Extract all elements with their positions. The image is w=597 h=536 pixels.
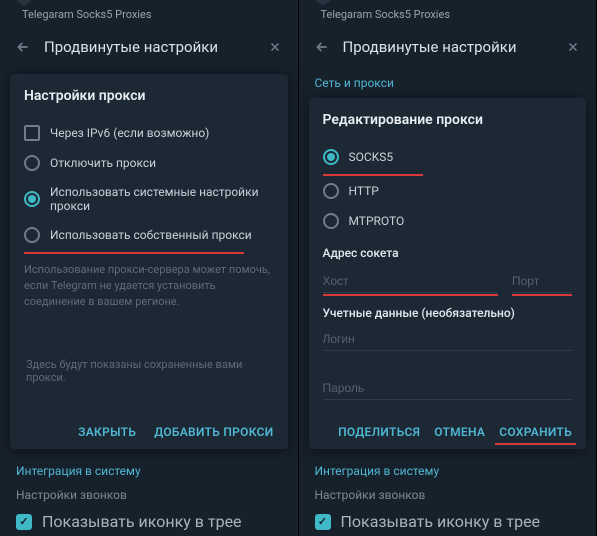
edit-proxy-dialog: Редактирование прокси SOCKS5 HTTP MTPROT… [309, 98, 587, 449]
option-disable-proxy[interactable]: Отключить прокси [24, 148, 274, 178]
dialog-actions: ЗАКРЫТЬ ДОБАВИТЬ ПРОКСИ [24, 417, 274, 439]
bg-integration[interactable]: Интеграция в систему [299, 459, 597, 483]
close-icon[interactable] [266, 38, 284, 56]
option-custom-proxy[interactable]: Использовать собственный прокси [24, 220, 274, 250]
close-button[interactable]: ЗАКРЫТЬ [78, 425, 136, 439]
annotation-underline [323, 294, 499, 296]
window-tab: Telegaram Socks5 Proxies [0, 0, 298, 28]
save-button[interactable]: СОХРАНИТЬ [499, 425, 572, 439]
radio-icon [24, 191, 40, 207]
section-network: Сеть и прокси [299, 70, 597, 94]
back-icon[interactable] [14, 38, 32, 56]
port-field-wrap [512, 270, 572, 296]
option-label: HTTP [349, 184, 379, 198]
bg-tray-label: Показывать иконку в трее [42, 512, 242, 531]
radio-icon [323, 149, 339, 165]
radio-icon [323, 183, 339, 199]
radio-icon [24, 155, 40, 171]
host-field-wrap [323, 270, 499, 296]
proxy-type-http[interactable]: HTTP [323, 176, 573, 206]
cancel-button[interactable]: ОТМЕНА [434, 425, 485, 439]
option-system-proxy[interactable]: Использовать системные настройки прокси [24, 178, 274, 220]
bg-calls-settings[interactable]: Настройки звонков [299, 483, 597, 507]
radio-icon [24, 227, 40, 243]
checkbox-icon [24, 125, 40, 141]
socket-address-row [323, 270, 573, 296]
page-title: Продвинутые настройки [343, 38, 553, 56]
empty-proxies-message: Здесь будут показаны сохраненные вами пр… [24, 328, 274, 414]
option-label: MTPROTO [349, 214, 405, 228]
option-label: Отключить прокси [50, 156, 156, 170]
dialog-title: Настройки прокси [24, 88, 274, 104]
password-field-wrap [323, 377, 573, 418]
login-input[interactable] [323, 328, 573, 351]
checkbox-checked-icon: ✓ [16, 514, 32, 530]
port-input[interactable] [512, 270, 572, 293]
dialog-title: Редактирование прокси [323, 112, 573, 128]
panel-edit-proxy: Telegaram Socks5 Proxies Продвинутые нас… [299, 0, 597, 536]
annotation-underline [495, 443, 576, 445]
bg-tray-option[interactable]: ✓ Показывать иконку в трее [0, 507, 298, 536]
dialog-actions: ПОДЕЛИТЬСЯ ОТМЕНА СОХРАНИТЬ [323, 417, 573, 439]
checkbox-checked-icon: ✓ [315, 514, 331, 530]
radio-icon [323, 213, 339, 229]
annotation-underline [512, 294, 572, 296]
option-label: Через IPv6 (если возможно) [50, 126, 209, 140]
option-label: Использовать системные настройки прокси [50, 185, 274, 213]
socket-address-title: Адрес сокета [323, 246, 573, 260]
back-icon[interactable] [313, 38, 331, 56]
share-button[interactable]: ПОДЕЛИТЬСЯ [338, 425, 420, 439]
option-ipv6[interactable]: Через IPv6 (если возможно) [24, 118, 274, 148]
option-label: SOCKS5 [349, 150, 394, 164]
close-icon[interactable] [564, 38, 582, 56]
login-field-wrap [323, 328, 573, 369]
option-label: Использовать собственный прокси [50, 228, 252, 242]
bg-integration[interactable]: Интеграция в систему [0, 459, 298, 483]
bg-tray-label: Показывать иконку в трее [341, 512, 541, 531]
panel-proxy-settings: Telegaram Socks5 Proxies Продвинутые нас… [0, 0, 299, 536]
tab-title: Telegaram Socks5 Proxies [321, 8, 451, 21]
bg-calls-settings[interactable]: Настройки звонков [0, 483, 298, 507]
proxy-settings-dialog: Настройки прокси Через IPv6 (если возмож… [10, 74, 288, 449]
bg-tray-option[interactable]: ✓ Показывать иконку в трее [299, 507, 597, 536]
page-title: Продвинутые настройки [44, 38, 254, 56]
proxy-type-socks5[interactable]: SOCKS5 [323, 142, 573, 172]
password-input[interactable] [323, 377, 573, 400]
page-header: Продвинутые настройки [0, 28, 298, 70]
add-proxy-button[interactable]: ДОБАВИТЬ ПРОКСИ [154, 425, 273, 439]
hint-text: Использование прокси-сервера может помоч… [24, 262, 274, 310]
annotation-underline [24, 252, 244, 254]
host-input[interactable] [323, 270, 499, 293]
proxy-type-mtproto[interactable]: MTPROTO [323, 206, 573, 236]
page-header: Продвинутые настройки [299, 28, 597, 70]
save-button-label: СОХРАНИТЬ [499, 425, 572, 439]
tab-title: Telegaram Socks5 Proxies [22, 8, 152, 21]
credentials-title: Учетные данные (необязательно) [323, 306, 573, 320]
window-tab: Telegaram Socks5 Proxies [299, 0, 597, 28]
